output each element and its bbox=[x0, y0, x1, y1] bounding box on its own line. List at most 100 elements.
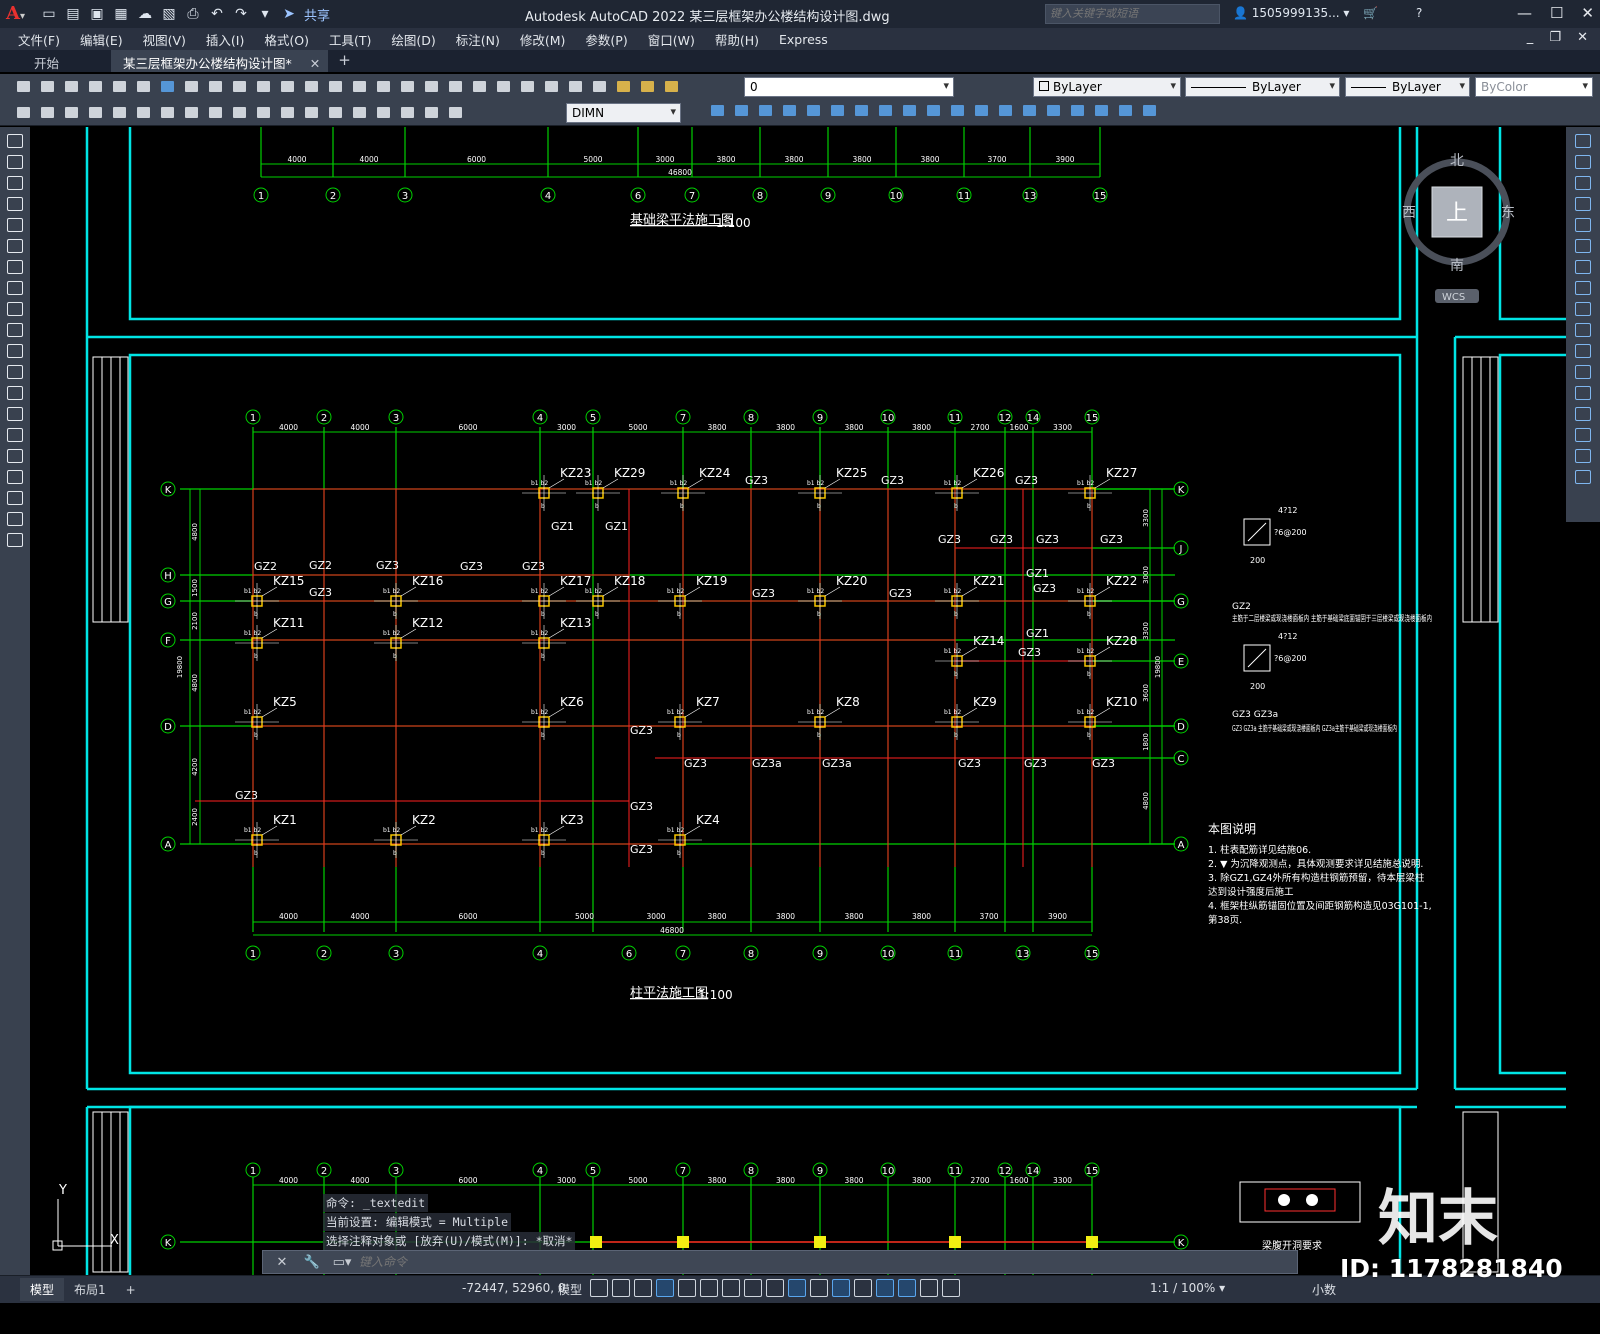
quick-dim-icon[interactable] bbox=[206, 104, 226, 122]
gradient-icon[interactable] bbox=[7, 449, 23, 463]
viewcube-east[interactable]: 东 bbox=[1501, 205, 1515, 221]
spline-icon[interactable] bbox=[7, 302, 23, 316]
object-snap-icon[interactable] bbox=[744, 1279, 762, 1297]
plot-icon[interactable] bbox=[86, 78, 106, 96]
dim-diameter-icon[interactable] bbox=[158, 104, 178, 122]
join-icon[interactable] bbox=[972, 102, 992, 120]
paste-icon[interactable] bbox=[230, 78, 250, 96]
chamfer-side-icon[interactable] bbox=[1575, 428, 1591, 442]
offset-icon[interactable] bbox=[756, 102, 776, 120]
tab-layout1[interactable]: 布局1 bbox=[64, 1278, 116, 1301]
open-file-icon[interactable]: ▤ bbox=[62, 4, 84, 24]
save-as-icon[interactable]: ▦ bbox=[110, 4, 132, 24]
table-icon[interactable] bbox=[7, 491, 23, 505]
dim-ordinate-icon[interactable] bbox=[86, 104, 106, 122]
properties-icon[interactable] bbox=[422, 78, 442, 96]
menu-insert[interactable]: 插入(I) bbox=[206, 30, 244, 49]
snap-icon[interactable] bbox=[612, 1279, 630, 1297]
stretch-icon[interactable] bbox=[876, 102, 896, 120]
infer-icon[interactable] bbox=[634, 1279, 652, 1297]
recent-commands-icon[interactable]: ▭▾ bbox=[331, 1255, 353, 1270]
dim-arc-icon[interactable] bbox=[62, 104, 82, 122]
make-block-icon[interactable] bbox=[7, 386, 23, 400]
center-mark-icon[interactable] bbox=[350, 104, 370, 122]
linetype-dropdown[interactable]: ByLayer bbox=[1185, 77, 1340, 97]
grid-icon[interactable] bbox=[590, 1279, 608, 1297]
close-icon[interactable]: ✕ bbox=[1581, 4, 1594, 22]
zoom-realtime-icon[interactable] bbox=[350, 78, 370, 96]
gizmo-icon[interactable] bbox=[876, 1279, 894, 1297]
menu-dimension[interactable]: 标注(N) bbox=[456, 30, 500, 49]
explode-icon[interactable] bbox=[1044, 102, 1064, 120]
model-space-toggle[interactable]: 模型 bbox=[558, 1281, 582, 1298]
sheet-set-icon[interactable] bbox=[494, 78, 514, 96]
ortho-icon[interactable] bbox=[656, 1279, 674, 1297]
dim-linear-icon[interactable] bbox=[14, 104, 34, 122]
calculator-icon[interactable] bbox=[542, 78, 562, 96]
print-icon[interactable]: ⎙ bbox=[182, 4, 204, 24]
mtext-icon[interactable] bbox=[7, 512, 23, 526]
dimstyle-dropdown[interactable]: DIMN bbox=[566, 103, 681, 123]
rectangle-icon[interactable] bbox=[7, 218, 23, 232]
autocad-logo-icon[interactable]: A▾ bbox=[6, 3, 30, 25]
line-icon[interactable] bbox=[7, 134, 23, 148]
dim-radius-icon[interactable] bbox=[110, 104, 130, 122]
match-properties-icon[interactable] bbox=[254, 78, 274, 96]
dim-aligned-icon[interactable] bbox=[38, 104, 58, 122]
scale-icon[interactable] bbox=[852, 102, 872, 120]
add-selected-icon[interactable] bbox=[7, 533, 23, 547]
block-icon[interactable] bbox=[1116, 102, 1136, 120]
dim-text-edit-icon[interactable] bbox=[422, 104, 442, 122]
units-dropdown[interactable]: 小数 bbox=[1312, 1281, 1336, 1298]
viewcube-west[interactable]: 西 bbox=[1402, 205, 1416, 221]
publish-icon[interactable] bbox=[134, 78, 154, 96]
isodraft-icon[interactable] bbox=[700, 1279, 718, 1297]
copy-tool-icon[interactable] bbox=[708, 102, 728, 120]
auto-scale-icon[interactable] bbox=[920, 1279, 938, 1297]
menu-help[interactable]: 帮助(H) bbox=[715, 30, 759, 49]
construction-line-icon[interactable] bbox=[7, 155, 23, 169]
inspection-icon[interactable] bbox=[374, 104, 394, 122]
markup-icon[interactable] bbox=[518, 78, 538, 96]
cart-icon[interactable]: 🛒 bbox=[1363, 6, 1378, 20]
minimize-icon[interactable]: — bbox=[1517, 4, 1532, 22]
dim-break-icon[interactable] bbox=[302, 104, 322, 122]
viewcube-top-face[interactable]: 上 bbox=[1446, 201, 1468, 226]
insert-icon[interactable] bbox=[1140, 102, 1160, 120]
menu-format[interactable]: 格式(O) bbox=[264, 30, 309, 49]
dim-jogged-icon[interactable] bbox=[134, 104, 154, 122]
layer-on-icon[interactable] bbox=[614, 78, 634, 96]
wcs-menu[interactable]: WCS bbox=[1442, 292, 1465, 303]
plotstyle-dropdown[interactable]: ByColor bbox=[1475, 77, 1593, 97]
move-side-icon[interactable] bbox=[1575, 239, 1591, 253]
customize-icon[interactable]: ▾ bbox=[254, 4, 276, 24]
layer-lock-icon[interactable] bbox=[662, 78, 682, 96]
erase-side-icon[interactable] bbox=[1575, 134, 1591, 148]
dim-edit-icon[interactable] bbox=[398, 104, 418, 122]
ellipse-arc-icon[interactable] bbox=[7, 344, 23, 358]
annotation-visibility-icon[interactable] bbox=[898, 1279, 916, 1297]
layer-properties-icon[interactable] bbox=[590, 78, 610, 96]
selection-cycling-icon[interactable] bbox=[810, 1279, 828, 1297]
stretch-side-icon[interactable] bbox=[1575, 302, 1591, 316]
join-side-icon[interactable] bbox=[1575, 407, 1591, 421]
mirror-icon[interactable] bbox=[732, 102, 752, 120]
polygon-icon[interactable] bbox=[7, 197, 23, 211]
cut-icon[interactable] bbox=[182, 78, 202, 96]
share-button[interactable]: 共享 bbox=[304, 5, 330, 24]
redo-icon[interactable]: ↷ bbox=[230, 4, 252, 24]
lineweight-dropdown[interactable]: ByLayer bbox=[1345, 77, 1470, 97]
lineweight-icon[interactable] bbox=[766, 1279, 784, 1297]
ellipse-icon[interactable] bbox=[7, 323, 23, 337]
tab-start[interactable]: 开始 bbox=[22, 50, 71, 72]
new-tab-button[interactable]: + bbox=[338, 51, 351, 72]
circle-icon[interactable] bbox=[7, 260, 23, 274]
copy-icon[interactable] bbox=[206, 78, 226, 96]
arc-icon[interactable] bbox=[7, 239, 23, 253]
extend-icon[interactable] bbox=[924, 102, 944, 120]
selection-filter-icon[interactable] bbox=[854, 1279, 872, 1297]
layer-dropdown[interactable]: 0 bbox=[744, 77, 954, 97]
point-icon[interactable] bbox=[7, 407, 23, 421]
menu-edit[interactable]: 编辑(E) bbox=[80, 30, 123, 49]
menu-file[interactable]: 文件(F) bbox=[18, 30, 60, 49]
